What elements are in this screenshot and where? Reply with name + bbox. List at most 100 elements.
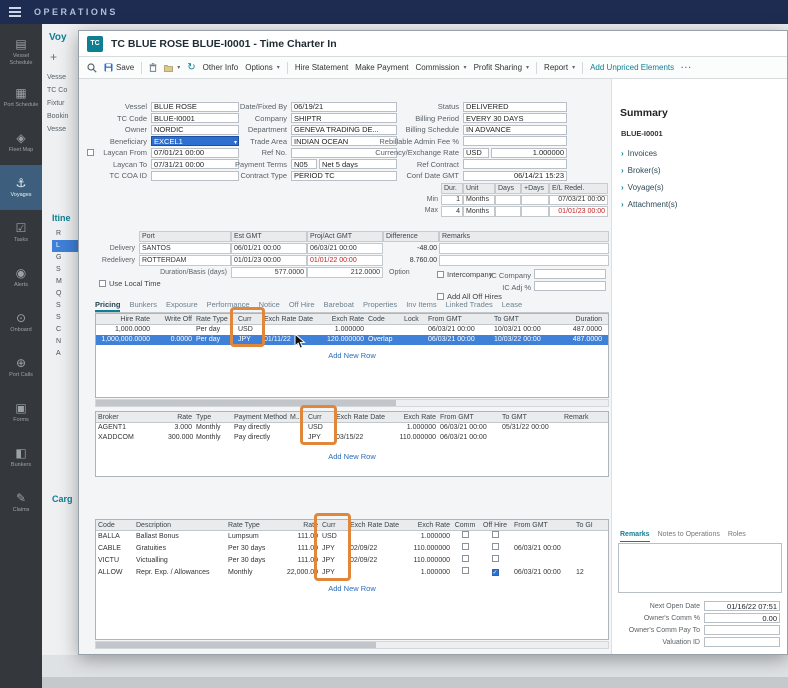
copy-icon[interactable]: ▾ <box>164 64 180 72</box>
background-list-row[interactable]: S <box>52 312 80 324</box>
checkbox[interactable] <box>492 543 499 550</box>
column-header-exch-rate-date[interactable]: Exch Rate Date <box>334 412 388 422</box>
delivery-est-field[interactable]: 06/01/21 00:00 <box>231 243 307 254</box>
add-button[interactable]: + <box>50 50 57 64</box>
field-conf-date-gmt[interactable]: 06/14/21 15:23 <box>463 171 567 181</box>
tab-lease[interactable]: Lease <box>502 300 522 312</box>
sidebar-item-onboard[interactable]: ⊙Onboard <box>0 300 42 345</box>
column-header-rate-type[interactable]: Rate Type <box>226 520 278 530</box>
column-header-lock[interactable]: Lock <box>402 314 426 324</box>
column-header-m[interactable]: M... <box>288 412 306 422</box>
field-laycan-to[interactable]: 07/31/21 00:00 <box>151 159 239 169</box>
sidebar-item-claims[interactable]: ✎Claims <box>0 480 42 525</box>
table-row[interactable]: AGENT13.000MonthlyPay directlyUSD1.00000… <box>96 423 608 433</box>
background-list-row[interactable]: C <box>52 324 80 336</box>
checkbox[interactable] <box>492 531 499 538</box>
checkbox[interactable] <box>462 543 469 550</box>
column-header-type[interactable]: Type <box>194 412 232 422</box>
ic-company-field[interactable] <box>534 269 606 279</box>
field-currency-exchange-rate[interactable]: USD <box>463 148 489 158</box>
column-header-rate[interactable]: Rate <box>278 520 320 530</box>
bottom-horizontal-scrollbar[interactable] <box>95 641 609 649</box>
tab-inv-items[interactable]: Inv Items <box>406 300 436 312</box>
add-new-row-link[interactable]: Add New Row <box>95 351 609 360</box>
scrollbar-thumb[interactable] <box>96 642 376 648</box>
field-laycan-from[interactable]: 07/01/21 00:00 <box>151 148 239 158</box>
background-list-row[interactable]: L <box>52 240 80 252</box>
background-list-row[interactable]: A <box>52 348 80 360</box>
column-header-comm[interactable]: Comm <box>452 520 478 530</box>
column-header-from-gmt[interactable]: From GMT <box>512 520 574 530</box>
field-billing-period[interactable]: EVERY 30 DAYS <box>463 113 567 123</box>
ic-adj-field[interactable] <box>534 281 606 291</box>
column-header-payment-method[interactable]: Payment Method <box>232 412 288 422</box>
summary-link-voyage-s[interactable]: ›Voyage(s) <box>621 179 781 196</box>
column-header-rate[interactable]: Rate <box>166 412 194 422</box>
field-rebillable-admin-fee[interactable] <box>463 136 567 146</box>
field-owner[interactable]: NORDIC <box>151 125 239 135</box>
checkbox[interactable] <box>462 567 469 574</box>
remarks-textarea[interactable] <box>618 543 782 593</box>
tab-notes-to-operations[interactable]: Notes to Operations <box>658 531 720 542</box>
column-header-to-gi[interactable]: To GI <box>574 520 604 530</box>
field-tc-coa-id[interactable] <box>151 171 239 181</box>
make-payment-button[interactable]: Make Payment <box>355 63 408 72</box>
background-list-row[interactable]: S <box>52 300 80 312</box>
sidebar-item-voyages[interactable]: ⚓Voyages <box>0 165 42 210</box>
column-header-exch-rate-date[interactable]: Exch Rate Date <box>262 314 316 324</box>
add-new-row-link[interactable]: Add New Row <box>95 584 609 593</box>
column-header-exch-rate[interactable]: Exch Rate <box>316 314 366 324</box>
commission-menu[interactable]: Commission▾ <box>416 63 467 72</box>
field-ref-contract[interactable] <box>463 159 567 169</box>
tab-linked-trades[interactable]: Linked Trades <box>446 300 493 312</box>
menu-icon[interactable] <box>9 7 21 17</box>
duration-proj-field[interactable]: 212.0000 <box>307 267 383 278</box>
tab-exposure[interactable]: Exposure <box>166 300 198 312</box>
sidebar-item-bunkers[interactable]: ◧Bunkers <box>0 435 42 480</box>
use-local-time-checkbox[interactable]: Use Local Time <box>99 279 161 288</box>
table-row[interactable]: VICTUVictuallingPer 30 days111.00JPY02/0… <box>96 555 608 567</box>
field-owner-s-comm[interactable]: 0.00 <box>704 613 780 623</box>
max-plus-days-field[interactable] <box>521 206 549 217</box>
profit-sharing-menu[interactable]: Profit Sharing▾ <box>474 63 529 72</box>
summary-link-invoices[interactable]: ›Invoices <box>621 145 781 162</box>
checkbox[interactable]: ✓ <box>492 569 499 576</box>
delivery-remarks-field[interactable] <box>439 243 609 254</box>
background-list-row[interactable]: N <box>52 336 80 348</box>
tab-off-hire[interactable]: Off Hire <box>289 300 315 312</box>
more-menu-icon[interactable]: ··· <box>681 63 692 72</box>
redelivery-port-field[interactable]: ROTTERDAM <box>139 255 231 266</box>
summary-link-attachment-s[interactable]: ›Attachment(s) <box>621 196 781 213</box>
checkbox[interactable] <box>87 149 94 156</box>
field-currency-exchange-rate-2[interactable]: 1.000000 <box>491 148 567 158</box>
background-list-row[interactable]: M <box>52 276 80 288</box>
save-button[interactable]: Save <box>104 63 134 72</box>
other-info-button[interactable]: Other Info <box>203 63 239 72</box>
checkbox[interactable] <box>462 531 469 538</box>
redelivery-est-field[interactable]: 01/01/23 00:00 <box>231 255 307 266</box>
max-days-field[interactable] <box>495 206 521 217</box>
sidebar-item-vessel-schedule[interactable]: ▤Vessel Schedule <box>0 30 42 75</box>
tab-remarks[interactable]: Remarks <box>620 531 650 542</box>
table-row[interactable]: 1,000,000.00000.0000Per dayJPY01/11/2212… <box>96 335 608 345</box>
column-header-exch-rate-date[interactable]: Exch Rate Date <box>348 520 402 530</box>
column-header-exch-rate[interactable]: Exch Rate <box>388 412 438 422</box>
column-header-exch-rate[interactable]: Exch Rate <box>402 520 452 530</box>
duration-est-field[interactable]: 577.0000 <box>231 267 307 278</box>
options-menu[interactable]: Options▾ <box>245 63 280 72</box>
column-header-rate-type[interactable]: Rate Type <box>194 314 236 324</box>
field-valuation-id[interactable] <box>704 637 780 647</box>
field-tc-code[interactable]: BLUE-I0001 <box>151 113 239 123</box>
sidebar-item-port-schedule[interactable]: ▦Port Schedule <box>0 75 42 120</box>
background-list-row[interactable]: R <box>52 228 80 240</box>
min-days-field[interactable] <box>495 195 521 206</box>
max-redel-field[interactable]: 01/01/23 00:00 <box>549 206 608 217</box>
delivery-proj-field[interactable]: 06/03/21 00:00 <box>307 243 383 254</box>
add-new-row-link[interactable]: Add New Row <box>95 452 609 461</box>
table-row[interactable]: XADDCOM300.000MonthlyPay directlyJPY03/1… <box>96 433 608 443</box>
redelivery-remarks-field[interactable] <box>439 255 609 266</box>
column-header-from-gmt[interactable]: From GMT <box>426 314 492 324</box>
table-row[interactable]: CABLEGratuitiesPer 30 days111.00JPY02/09… <box>96 543 608 555</box>
table-row[interactable]: ALLOWRepr. Exp. / AllowancesMonthly22,00… <box>96 567 608 579</box>
max-dur-field[interactable]: 4 <box>441 206 463 217</box>
